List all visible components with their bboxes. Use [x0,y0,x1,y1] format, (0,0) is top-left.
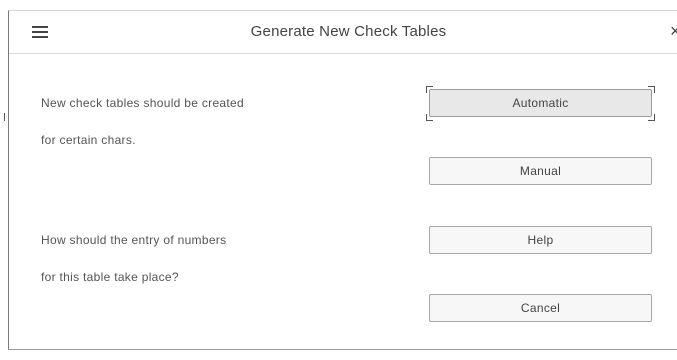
numbers-prompt-line2: for this table take place? [41,270,179,284]
left-edge-marker [4,113,5,121]
check-tables-prompt-line1: New check tables should be created [41,96,244,110]
cancel-button[interactable]: Cancel [429,294,652,322]
check-tables-prompt-line2: for certain chars. [41,133,136,147]
automatic-button[interactable]: Automatic [429,89,652,117]
numbers-prompt-line1: How should the entry of numbers [41,233,227,247]
page: Generate New Check Tables × New check ta… [0,0,677,360]
dialog-titlebar: Generate New Check Tables × [9,11,677,54]
close-icon[interactable]: × [670,21,677,42]
manual-button[interactable]: Manual [429,157,652,185]
help-button[interactable]: Help [429,226,652,254]
dialog-title: Generate New Check Tables [250,23,447,40]
generate-check-tables-dialog: Generate New Check Tables × New check ta… [8,10,677,350]
